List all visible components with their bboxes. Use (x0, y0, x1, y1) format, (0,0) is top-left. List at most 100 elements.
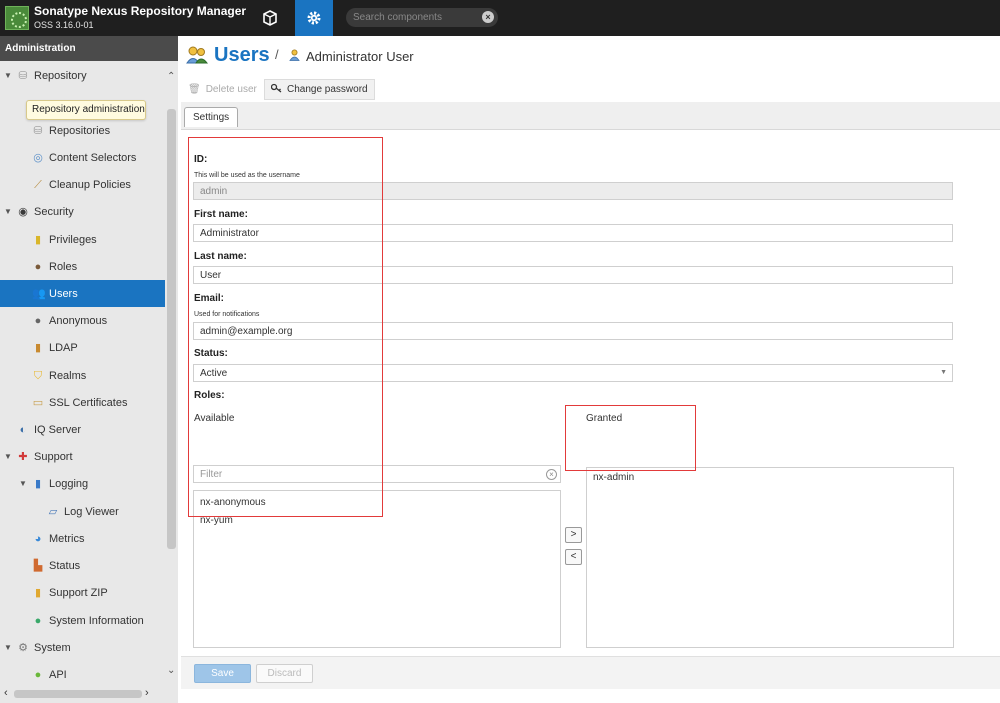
sidebar-item-ssl-certificates[interactable]: ▭ SSL Certificates (0, 389, 165, 416)
sidebar-heading: Administration (0, 36, 178, 61)
anonymous-user-icon: ● (34, 314, 42, 327)
search-components-box[interactable]: × (346, 8, 498, 27)
list-item[interactable]: nx-admin (593, 472, 634, 483)
revoke-role-button[interactable]: < (565, 549, 582, 565)
sidebar-item-support-zip[interactable]: ▮ Support ZIP (0, 579, 165, 606)
roles-filter-input[interactable]: Filter × (193, 465, 561, 483)
expand-arrow-icon[interactable]: ▼ (4, 452, 12, 461)
sidebar-item-users[interactable]: 👥 Users (0, 280, 165, 307)
administration-gear-icon[interactable] (295, 0, 333, 36)
expand-arrow-icon[interactable]: ▼ (4, 207, 12, 216)
status-selected-value: Active (200, 368, 228, 379)
id-field[interactable]: admin (193, 182, 953, 200)
scroll-up-icon[interactable]: ⌃ (167, 71, 175, 82)
sidebar-item-repositories[interactable]: ⛁ Repositories (0, 117, 165, 144)
tab-settings[interactable]: Settings (184, 107, 239, 127)
scroll-left-icon[interactable]: ‹ (4, 687, 8, 699)
sidebar-item-label: Logging (49, 477, 89, 490)
delete-user-label: Delete user (205, 84, 257, 95)
list-item[interactable]: nx-anonymous (200, 497, 266, 508)
expand-arrow-icon[interactable]: ▼ (4, 71, 12, 80)
iq-server-icon: ◐ (19, 423, 27, 436)
save-button[interactable]: Save (194, 664, 251, 683)
scroll-down-icon[interactable]: ⌄ (167, 665, 175, 676)
bar-chart-icon: ▙ (33, 559, 43, 572)
sidebar-item-cleanup-policies[interactable]: ⟋ Cleanup Policies (0, 171, 165, 198)
database-icon: ⛁ (18, 69, 28, 82)
sidebar-item-status[interactable]: ▙ Status (0, 552, 165, 579)
sidebar-item-support[interactable]: ▼ ✚ Support (0, 443, 165, 470)
medal-icon: ▮ (34, 233, 42, 246)
sidebar-item-label: Repositories (49, 124, 111, 137)
search-input[interactable] (353, 10, 477, 25)
sidebar-item-label: Support ZIP (49, 586, 108, 599)
sidebar-item-anonymous[interactable]: ● Anonymous (0, 307, 165, 334)
sidebar-item-label: Status (49, 559, 81, 572)
nexus-logo-icon[interactable] (5, 6, 29, 30)
sidebar-item-roles[interactable]: ● Roles (0, 253, 165, 280)
sidebar-vertical-scrollbar[interactable]: ⌃ ⌄ (165, 61, 178, 687)
sidebar-item-label: Security (34, 205, 74, 218)
scrollbar-thumb[interactable] (14, 690, 142, 698)
main-panel: Users / Administrator User 🗑 Delete user… (178, 36, 1000, 703)
sidebar-item-metrics[interactable]: ◕ Metrics (0, 525, 165, 552)
sidebar-item-label: Log Viewer (64, 505, 119, 518)
expand-arrow-icon[interactable]: ▼ (19, 479, 27, 488)
scrollbar-thumb[interactable] (167, 109, 176, 549)
status-select[interactable]: Active ▼ (193, 364, 953, 382)
filter-placeholder: Filter (200, 469, 223, 480)
first-name-field[interactable]: Administrator (193, 224, 953, 242)
sidebar-item-label: IQ Server (34, 423, 82, 436)
sidebar-item-iq-server[interactable]: ◐ IQ Server (0, 416, 165, 443)
clear-filter-icon[interactable]: × (546, 469, 557, 480)
delete-user-button[interactable]: 🗑 Delete user (182, 79, 263, 100)
sidebar-item-repository[interactable]: ▼ ⛁ Repository (0, 62, 165, 89)
sidebar-item-api[interactable]: ● API (0, 661, 165, 687)
sidebar-item-label: Repository (34, 69, 87, 82)
granted-roles-list[interactable]: nx-admin (586, 467, 954, 648)
discard-button[interactable]: Discard (256, 664, 313, 683)
email-help-text: Used for notifications (194, 311, 260, 318)
available-roles-list[interactable]: nx-anonymous nx-yum (193, 490, 561, 648)
database-icon: ⛁ (33, 124, 43, 137)
sidebar-item-label: System (34, 641, 71, 654)
available-roles-label: Available (194, 413, 235, 424)
breadcrumb: Users / Administrator User (178, 36, 1000, 76)
sidebar-item-ldap[interactable]: ▮ LDAP (0, 334, 165, 361)
sidebar-item-privileges[interactable]: ▮ Privileges (0, 226, 165, 253)
expand-arrow-icon[interactable]: ▼ (4, 643, 12, 652)
roles-label: Roles: (194, 390, 225, 401)
sidebar-item-content-selectors[interactable]: ◎ Content Selectors (0, 144, 165, 171)
tab-bar: Settings (181, 102, 1000, 130)
sidebar-item-system[interactable]: ▼ ⚙ System (0, 634, 165, 661)
browse-cube-icon[interactable] (248, 0, 292, 36)
list-item[interactable]: nx-yum (200, 515, 233, 526)
breadcrumb-separator: / (275, 47, 279, 62)
sidebar-item-label: Privileges (49, 233, 97, 246)
shield-icon: ⛉ (33, 369, 43, 382)
scroll-right-icon[interactable]: › (145, 687, 149, 699)
page-title[interactable]: Users (214, 44, 270, 67)
id-label: ID: (194, 154, 208, 165)
change-password-button[interactable]: Change password (264, 79, 375, 100)
sidebar-item-security[interactable]: ▼ ◉ Security (0, 198, 165, 225)
chevron-down-icon[interactable]: ▼ (940, 369, 947, 376)
sidebar-item-realms[interactable]: ⛉ Realms (0, 362, 165, 389)
sidebar-horizontal-scrollbar[interactable]: ‹ › (0, 687, 165, 701)
email-label: Email: (194, 293, 225, 304)
last-name-field[interactable]: User (193, 266, 953, 284)
sidebar-item-label: API (49, 668, 67, 681)
key-icon (270, 83, 282, 96)
badge-icon: ◉ (18, 205, 28, 218)
last-name-label: Last name: (194, 251, 247, 262)
scroll-icon: ▱ (48, 505, 58, 518)
sidebar-item-logging[interactable]: ▼ ▮ Logging (0, 470, 165, 497)
sidebar-item-log-viewer[interactable]: ▱ Log Viewer (0, 498, 165, 525)
page-subtitle: Administrator User (306, 49, 414, 64)
sidebar-item-system-information[interactable]: ● System Information (0, 607, 165, 634)
email-field[interactable]: admin@example.org (193, 322, 953, 340)
sidebar-item-label: Realms (49, 369, 87, 382)
support-icon: ✚ (18, 450, 28, 463)
grant-role-button[interactable]: > (565, 527, 582, 543)
clear-search-icon[interactable]: × (482, 11, 494, 23)
